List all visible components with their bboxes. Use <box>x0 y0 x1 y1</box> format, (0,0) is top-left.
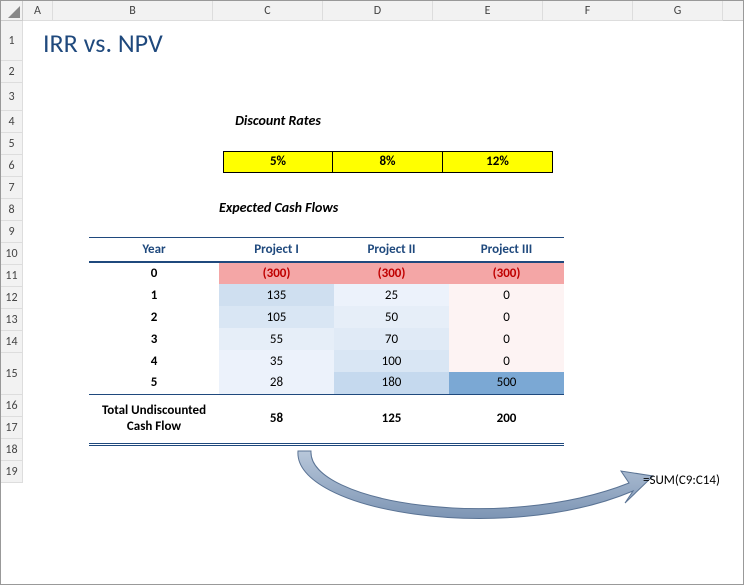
cell-year[interactable]: 3 <box>89 328 219 350</box>
cell-p3[interactable]: 0 <box>449 350 564 372</box>
col-header-F[interactable]: F <box>543 1 633 21</box>
row-header-7[interactable]: 7 <box>1 177 23 199</box>
worksheet[interactable]: IRR vs. NPV Discount Rates 5% 8% 12% Exp… <box>23 21 743 584</box>
cell-p1[interactable]: 28 <box>219 372 334 394</box>
column-headers: ABCDEFG <box>1 1 743 21</box>
cell-p1[interactable]: (300) <box>219 262 334 284</box>
discount-rates-row: 5% 8% 12% <box>223 151 553 173</box>
row-header-12[interactable]: 12 <box>1 287 23 309</box>
table-row: 355700 <box>89 328 564 350</box>
expected-cashflows-label: Expected Cash Flows <box>219 199 338 216</box>
total-label: Total Undiscounted Cash Flow <box>89 394 219 444</box>
total-row: Total Undiscounted Cash Flow 58 125 200 <box>89 394 564 444</box>
cell-year[interactable]: 2 <box>89 306 219 328</box>
table-row: 2105500 <box>89 306 564 328</box>
header-year: Year <box>89 238 219 263</box>
header-project-2: Project II <box>334 238 449 263</box>
cell-p3[interactable]: 0 <box>449 306 564 328</box>
cell-year[interactable]: 0 <box>89 262 219 284</box>
row-header-14[interactable]: 14 <box>1 331 23 353</box>
cell-discount-3[interactable]: 12% <box>443 151 553 173</box>
page-title: IRR vs. NPV <box>43 27 163 59</box>
table-header-row: Year Project I Project II Project III <box>89 238 564 263</box>
cell-p2[interactable]: 100 <box>334 350 449 372</box>
table-row: 1135250 <box>89 284 564 306</box>
cell-year[interactable]: 1 <box>89 284 219 306</box>
row-header-8[interactable]: 8 <box>1 199 23 221</box>
total-project-2[interactable]: 125 <box>334 394 449 444</box>
col-header-G[interactable]: G <box>633 1 723 21</box>
cell-p1[interactable]: 35 <box>219 350 334 372</box>
cell-p3[interactable]: 0 <box>449 284 564 306</box>
total-project-3[interactable]: 200 <box>449 394 564 444</box>
cashflow-table: Year Project I Project II Project III 0(… <box>89 237 564 446</box>
row-header-13[interactable]: 13 <box>1 309 23 331</box>
table-row: 0(300)(300)(300) <box>89 262 564 284</box>
cell-year[interactable]: 4 <box>89 350 219 372</box>
cell-p1[interactable]: 55 <box>219 328 334 350</box>
cell-p1[interactable]: 105 <box>219 306 334 328</box>
cell-p2[interactable]: 50 <box>334 306 449 328</box>
row-header-19[interactable]: 19 <box>1 461 23 483</box>
row-header-1[interactable]: 1 <box>1 21 23 61</box>
col-header-E[interactable]: E <box>433 1 543 21</box>
header-project-1: Project I <box>219 238 334 263</box>
row-header-2[interactable]: 2 <box>1 61 23 83</box>
cell-discount-1[interactable]: 5% <box>223 151 333 173</box>
col-header-C[interactable]: C <box>213 1 323 21</box>
row-header-10[interactable]: 10 <box>1 243 23 265</box>
total-project-1[interactable]: 58 <box>219 394 334 444</box>
table-row: 528180500 <box>89 372 564 394</box>
row-header-6[interactable]: 6 <box>1 155 23 177</box>
row-header-18[interactable]: 18 <box>1 439 23 461</box>
table-row: 4351000 <box>89 350 564 372</box>
cell-p2[interactable]: 70 <box>334 328 449 350</box>
col-header-B[interactable]: B <box>53 1 213 21</box>
discount-rates-label: Discount Rates <box>233 113 323 129</box>
row-header-9[interactable]: 9 <box>1 221 23 243</box>
col-header-D[interactable]: D <box>323 1 433 21</box>
row-header-4[interactable]: 4 <box>1 111 23 133</box>
cell-p3[interactable]: 500 <box>449 372 564 394</box>
cell-p3[interactable]: 0 <box>449 328 564 350</box>
row-header-5[interactable]: 5 <box>1 133 23 155</box>
cell-p2[interactable]: 180 <box>334 372 449 394</box>
row-header-17[interactable]: 17 <box>1 417 23 439</box>
cell-p2[interactable]: 25 <box>334 284 449 306</box>
cell-p2[interactable]: (300) <box>334 262 449 284</box>
cell-discount-2[interactable]: 8% <box>333 151 443 173</box>
row-header-11[interactable]: 11 <box>1 265 23 287</box>
formula-annotation: =SUM(C9:C14) <box>643 473 720 488</box>
row-header-16[interactable]: 16 <box>1 395 23 417</box>
select-all-corner[interactable] <box>1 1 23 21</box>
cell-p1[interactable]: 135 <box>219 284 334 306</box>
header-project-3: Project III <box>449 238 564 263</box>
row-header-15[interactable]: 15 <box>1 353 23 395</box>
cell-p3[interactable]: (300) <box>449 262 564 284</box>
row-headers: 12345678910111213141516171819 <box>1 21 23 483</box>
arrow-annotation <box>253 441 703 561</box>
cell-year[interactable]: 5 <box>89 372 219 394</box>
col-header-A[interactable]: A <box>23 1 53 21</box>
row-header-3[interactable]: 3 <box>1 83 23 111</box>
